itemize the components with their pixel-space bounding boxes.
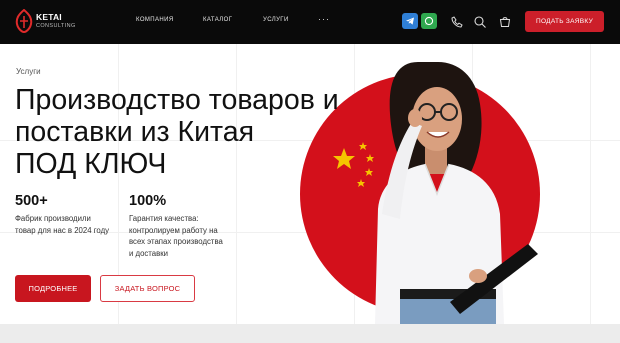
telegram-icon bbox=[406, 17, 414, 25]
stat-factories-text: Фабрик производили товар для нас в 2024 … bbox=[15, 213, 109, 236]
breadcrumb[interactable]: Услуги bbox=[16, 67, 41, 76]
logo-subtitle: CONSULTING bbox=[36, 23, 76, 29]
cart-icon[interactable] bbox=[498, 15, 512, 29]
nav-catalog[interactable]: КАТАЛОГ bbox=[203, 17, 232, 23]
nav-company[interactable]: КОМПАНИЯ bbox=[136, 17, 174, 23]
stat-text-line: и доставки bbox=[129, 248, 169, 258]
ask-question-button[interactable]: ЗАДАТЬ ВОПРОС bbox=[100, 275, 195, 302]
telegram-button[interactable] bbox=[402, 13, 418, 29]
stat-text-line: товар для нас в 2024 году bbox=[15, 225, 110, 235]
grid-line bbox=[590, 44, 591, 324]
page-title: Производство товаров и поставки из Китая… bbox=[15, 84, 345, 180]
phone-icon[interactable] bbox=[450, 15, 464, 29]
logo-mark-icon bbox=[15, 9, 33, 33]
site-header: KETAI CONSULTING КОМПАНИЯ КАТАЛОГ УСЛУГИ… bbox=[0, 0, 620, 44]
stat-factories-value: 500+ bbox=[15, 193, 48, 209]
nav-more-button[interactable]: ··· bbox=[318, 14, 330, 24]
title-line: Производство товаров и bbox=[15, 84, 339, 116]
search-icon[interactable] bbox=[473, 15, 487, 29]
stat-text-line: всех этапах производства bbox=[129, 237, 223, 246]
title-line: ПОД КЛЮЧ bbox=[15, 148, 167, 180]
more-button[interactable]: ПОДРОБНЕЕ bbox=[15, 275, 91, 302]
submit-request-button[interactable]: ПОДАТЬ ЗАЯВКУ bbox=[525, 11, 604, 32]
stat-text-line: Гарантия качества: bbox=[129, 214, 199, 223]
stat-text-line: контролируем работу на bbox=[129, 225, 218, 235]
stat-quality-value: 100% bbox=[129, 193, 167, 209]
logo[interactable]: KETAI CONSULTING bbox=[14, 9, 80, 35]
title-line: поставки из Китая bbox=[15, 116, 255, 148]
stat-quality-text: Гарантия качества: контролируем работу н… bbox=[129, 213, 223, 259]
nav-services[interactable]: УСЛУГИ bbox=[263, 17, 289, 23]
whatsapp-icon bbox=[424, 16, 434, 26]
whatsapp-button[interactable] bbox=[421, 13, 437, 29]
next-section-edge bbox=[0, 324, 620, 343]
stat-text-line: Фабрик производили bbox=[15, 214, 91, 223]
logo-name: KETAI bbox=[36, 12, 62, 22]
